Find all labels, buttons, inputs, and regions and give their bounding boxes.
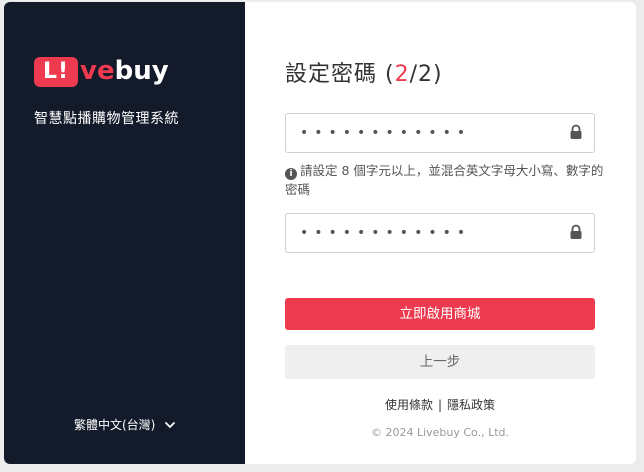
language-selector[interactable]: 繁體中文(台灣) <box>74 416 176 433</box>
password-hint: i 請設定 8 個字元以上，並混合英文字母大小寫、數字的密碼 <box>285 161 605 199</box>
livebuy-logo: L! vebuy <box>34 54 184 88</box>
title-step-current: 2 <box>394 62 410 87</box>
terms-link[interactable]: 使用條款 <box>385 398 433 412</box>
password-input[interactable] <box>286 114 556 152</box>
lock-icon <box>570 224 582 239</box>
logo-badge: L! <box>34 57 78 87</box>
form-panel: 設定密碼 (2/2) i請設定 8 個字元以上，並混合英文字母大小寫、數字的密碼… <box>245 2 636 464</box>
lock-icon <box>570 124 582 139</box>
footer-separator: | <box>437 398 443 412</box>
info-icon: i <box>285 168 297 180</box>
copyright: © 2024 Livebuy Co., Ltd. <box>370 426 510 439</box>
logo-wordmark-buy: buy <box>114 56 169 86</box>
activate-store-button[interactable]: 立即啟用商城 <box>285 298 595 330</box>
password-field[interactable] <box>285 113 595 153</box>
chevron-down-icon <box>165 421 176 428</box>
brand-panel: L! vebuy 智慧點播購物管理系統 繁體中文(台灣) <box>4 2 245 464</box>
confirm-password-field[interactable] <box>285 213 595 253</box>
privacy-link[interactable]: 隱私政策 <box>447 398 495 412</box>
title-suffix: /2) <box>409 62 443 87</box>
logo-wordmark: vebuy <box>80 54 169 88</box>
tagline: 智慧點播購物管理系統 <box>34 111 179 127</box>
language-label: 繁體中文(台灣) <box>74 418 156 432</box>
logo-wordmark-ve: ve <box>80 56 115 86</box>
password-hint-text: 請設定 8 個字元以上，並混合英文字母大小寫、數字的密碼 <box>285 163 604 197</box>
footer-links: 使用條款 | 隱私政策 <box>285 396 595 413</box>
login-card: L! vebuy 智慧點播購物管理系統 繁體中文(台灣) 設定密碼 (2/2) … <box>4 2 636 464</box>
page-title: 設定密碼 (2/2) <box>285 56 443 88</box>
confirm-password-input[interactable] <box>286 214 556 252</box>
title-prefix: 設定密碼 ( <box>285 62 395 87</box>
previous-step-button[interactable]: 上一步 <box>285 345 595 379</box>
